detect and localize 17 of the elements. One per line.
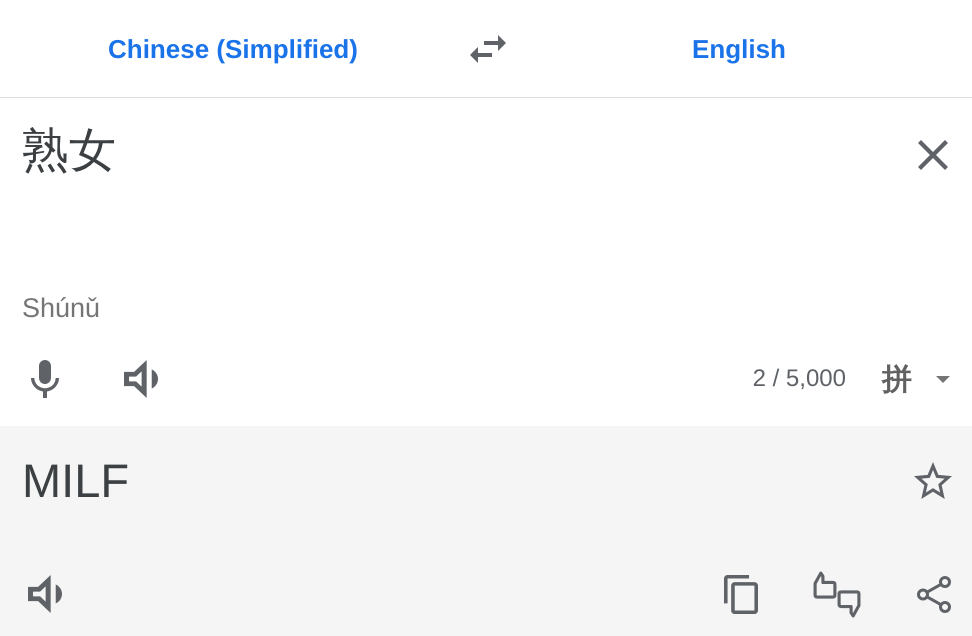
input-method-button[interactable]: 拼 [882, 358, 950, 400]
share-icon[interactable] [916, 574, 952, 614]
swap-arrows-icon[interactable] [470, 34, 506, 62]
source-text-field[interactable]: 熟女 [22, 122, 918, 178]
target-language-button[interactable]: English [692, 34, 786, 64]
source-language-button[interactable]: Chinese (Simplified) [108, 34, 358, 64]
speaker-icon[interactable] [124, 360, 158, 398]
copy-icon[interactable] [724, 574, 758, 614]
close-icon[interactable] [918, 140, 948, 170]
caret-icon [936, 376, 950, 382]
romanization-text: Shúnǔ [22, 292, 102, 324]
thumbs-up-down-icon[interactable] [813, 570, 861, 618]
speaker-icon[interactable] [28, 575, 62, 613]
star-icon[interactable] [914, 462, 952, 499]
microphone-icon[interactable] [31, 360, 59, 398]
translation-text: MILF [22, 453, 130, 509]
character-count: 2 / 5,000 [752, 365, 846, 393]
